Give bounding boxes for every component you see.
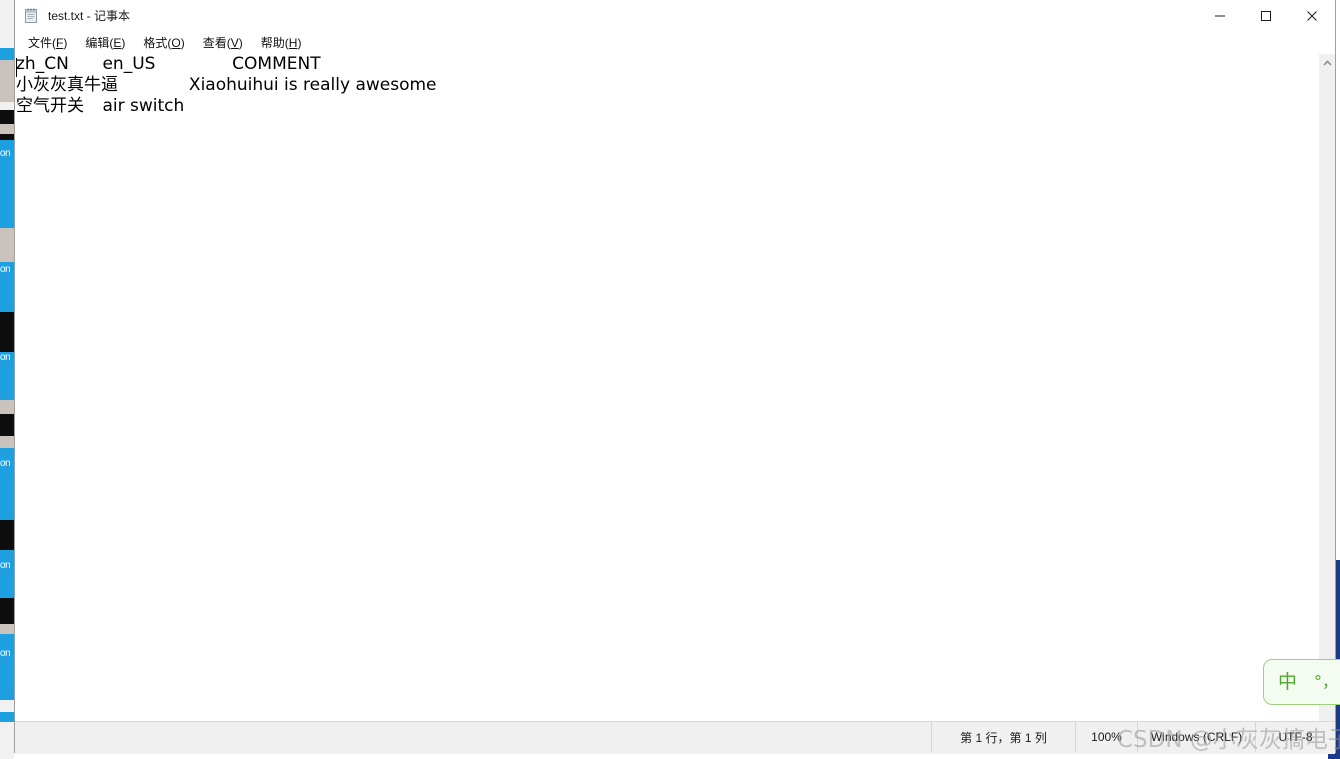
text-caret (16, 58, 17, 77)
menu-item-help[interactable]: 帮助(H) (252, 32, 311, 54)
menu-item-file[interactable]: 文件(F) (19, 32, 76, 54)
status-encoding[interactable]: UTF-8 (1255, 722, 1335, 752)
document-line: 空气开关 air switch (16, 96, 185, 116)
minimize-icon (1215, 15, 1225, 16)
status-bar: 第 1 行，第 1 列 100% Windows (CRLF) UTF-8 (15, 721, 1335, 752)
status-zoom-level[interactable]: 100% (1075, 722, 1137, 752)
vertical-scrollbar[interactable] (1318, 54, 1335, 737)
window-title: test.txt - 记事本 (48, 9, 131, 23)
ime-mode-chinese-icon[interactable]: 中 (1278, 672, 1297, 692)
menu-item-format[interactable]: 格式(O) (134, 32, 193, 54)
minimize-button[interactable] (1197, 0, 1243, 31)
maximize-button[interactable] (1243, 0, 1289, 31)
maximize-icon (1261, 10, 1271, 21)
menu-mnemonic: V (230, 35, 239, 50)
document-line: 小灰灰真牛逼 Xiaohuihui is really awesome (16, 75, 437, 95)
menu-item-edit[interactable]: 编辑(E) (76, 32, 134, 54)
menu-bar: 文件(F) 编辑(E) 格式(O) 查看(V) 帮助(H) (15, 32, 1335, 54)
notepad-icon (23, 8, 39, 24)
strip-label: on (0, 352, 11, 363)
menu-label: 帮助 (260, 35, 285, 50)
ime-punctuation-icon[interactable]: °， (1314, 674, 1338, 690)
editor-region: zh_CN en_US COMMENT 小灰灰真牛逼 Xiaohuihui is… (15, 54, 1335, 754)
menu-item-view[interactable]: 查看(V) (194, 32, 252, 54)
menu-label: 编辑 (85, 35, 110, 50)
status-line-ending[interactable]: Windows (CRLF) (1137, 722, 1255, 752)
menu-mnemonic: O (171, 35, 181, 50)
close-icon (1307, 10, 1317, 21)
menu-mnemonic: F (56, 35, 64, 50)
notepad-window: test.txt - 记事本 文件(F) 编辑(E) 格式(O) 查看(V) 帮… (14, 0, 1336, 754)
ime-floating-bar[interactable]: 中 °， ⬆ (1263, 659, 1340, 705)
menu-label: 查看 (202, 35, 227, 50)
caption-button-group (1197, 0, 1335, 31)
scroll-up-button[interactable] (1319, 54, 1336, 71)
status-cursor-position: 第 1 行，第 1 列 (931, 722, 1075, 752)
background-window-strip-left[interactable]: on on on on on on (0, 0, 14, 759)
menu-label: 文件 (28, 35, 53, 50)
screen: on on on on on on test.txt - 记事本 文件(F) 编… (0, 0, 1340, 759)
menu-label: 格式 (143, 35, 168, 50)
strip-label: on (0, 148, 11, 159)
title-bar[interactable]: test.txt - 记事本 (15, 0, 1335, 32)
text-editor[interactable]: zh_CN en_US COMMENT 小灰灰真牛逼 Xiaohuihui is… (15, 54, 1318, 737)
strip-label: on (0, 560, 11, 571)
menu-mnemonic: H (288, 35, 298, 50)
strip-label: on (0, 264, 11, 275)
strip-label: on (0, 648, 11, 659)
document-line: zh_CN en_US COMMENT (16, 54, 321, 74)
chevron-up-icon (1323, 59, 1332, 66)
menu-mnemonic: E (113, 35, 122, 50)
strip-label: on (0, 458, 11, 469)
close-button[interactable] (1289, 0, 1335, 31)
